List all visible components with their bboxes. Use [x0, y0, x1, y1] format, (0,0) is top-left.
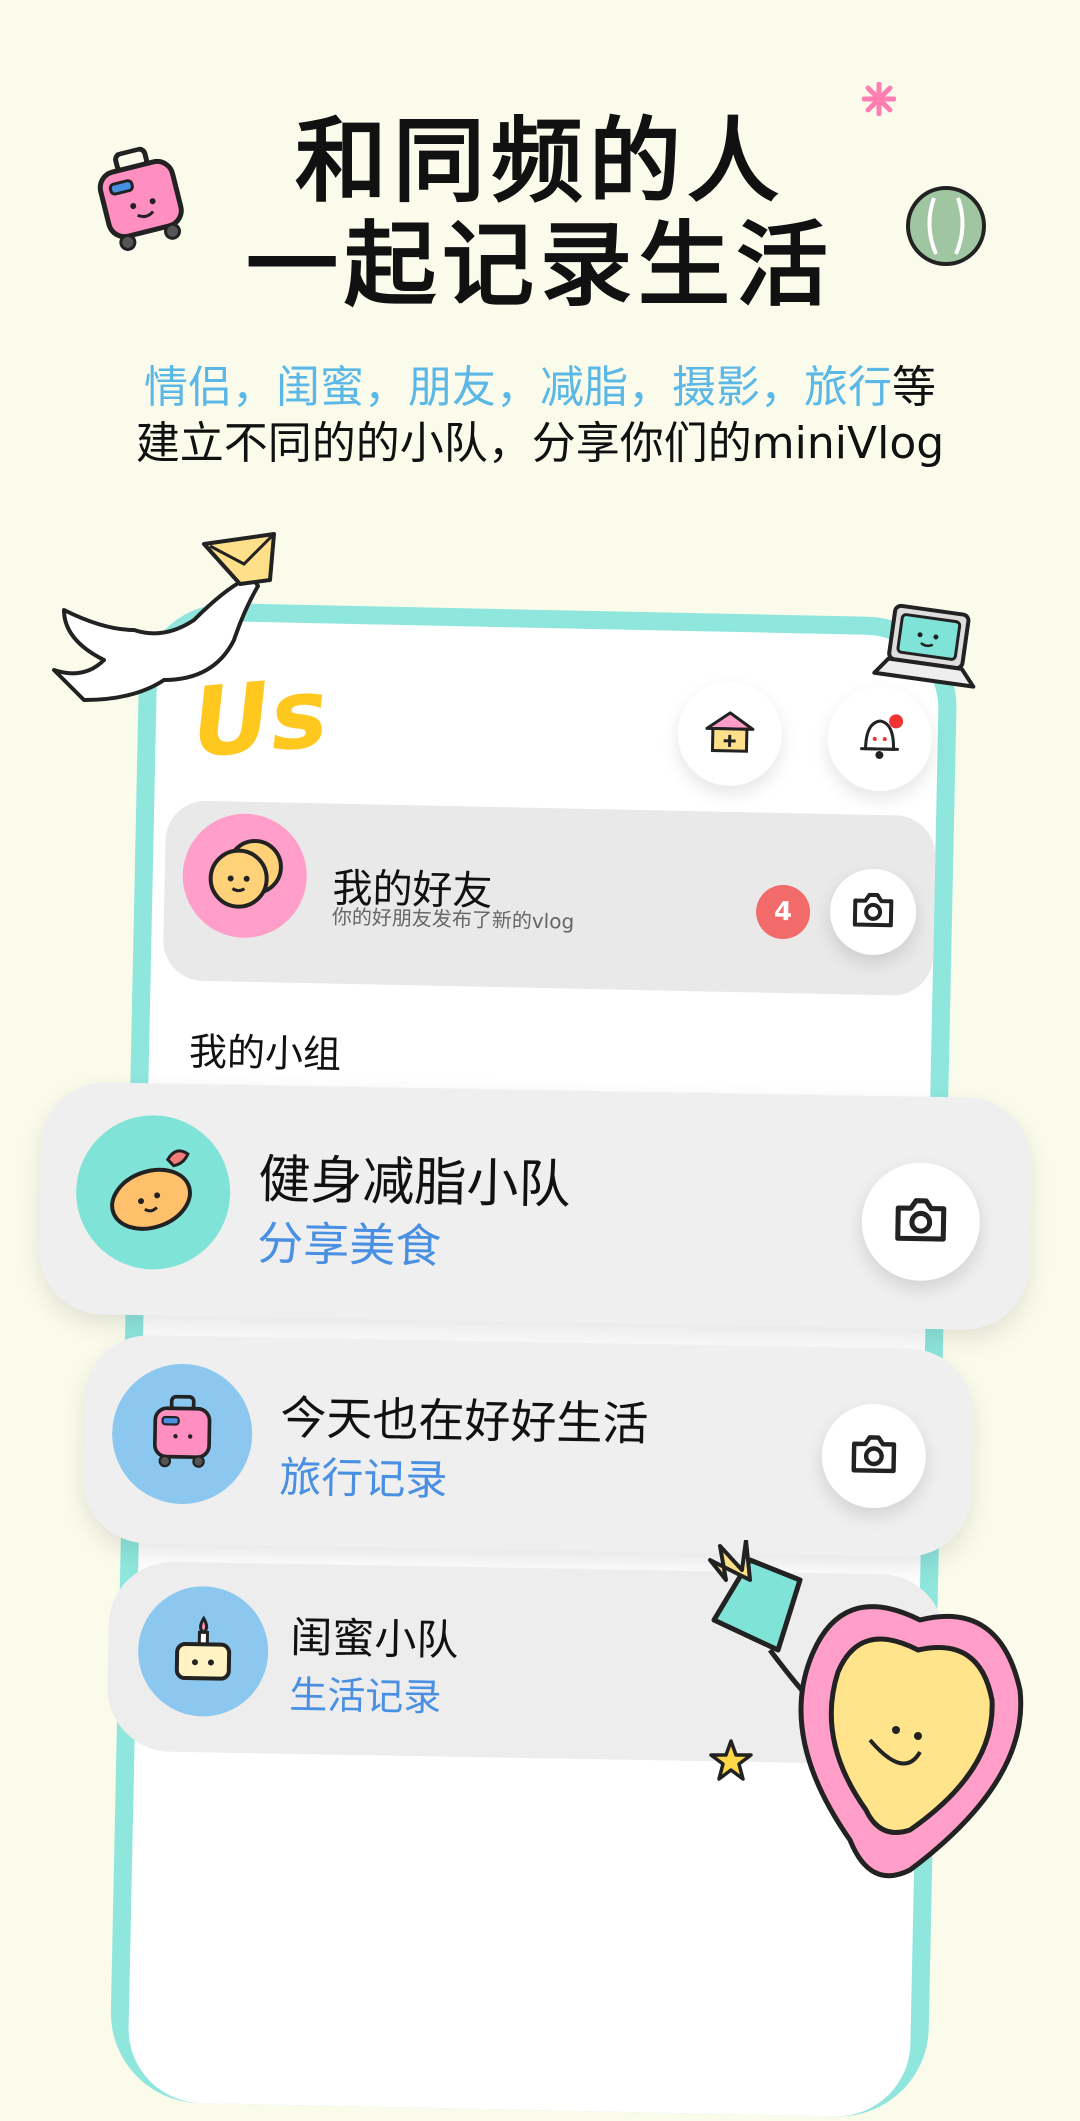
heart-character-icon	[690, 1538, 1070, 1924]
bell-icon	[853, 710, 906, 767]
group-avatar	[110, 1362, 254, 1506]
group-title: 健身减脂小队	[257, 1150, 571, 1216]
friends-camera-button[interactable]	[829, 868, 917, 956]
camera-icon	[851, 890, 896, 933]
friends-subtitle: 你的好朋友发布了新的vlog	[331, 904, 575, 934]
add-group-button[interactable]	[676, 680, 783, 787]
group-subtitle: 生活记录	[289, 1672, 442, 1720]
group-title: 闺蜜小队	[289, 1612, 459, 1665]
my-friends-card[interactable]: 我的好友 你的好朋友发布了新的vlog 4	[162, 800, 937, 997]
add-home-icon	[702, 708, 757, 759]
group-card[interactable]: 健身减脂小队 分享美食	[38, 1081, 1032, 1331]
my-groups-heading: 我的小组	[188, 1029, 342, 1077]
unread-badge: 4	[755, 884, 811, 940]
notifications-button[interactable]	[826, 685, 933, 793]
group-subtitle: 旅行记录	[278, 1452, 448, 1505]
group-camera-button[interactable]	[860, 1161, 981, 1282]
cookie-face-icon	[202, 836, 288, 916]
friends-avatar	[181, 812, 309, 940]
cake-icon	[171, 1614, 236, 1689]
sweet-potato-icon	[102, 1144, 204, 1240]
camera-icon	[848, 1433, 899, 1480]
group-subtitle: 分享美食	[256, 1216, 442, 1274]
camera-icon	[892, 1195, 949, 1248]
dove-with-letter-icon	[44, 530, 284, 714]
group-card[interactable]: 今天也在好好生活 旅行记录	[82, 1334, 974, 1558]
group-title: 今天也在好好生活	[279, 1390, 649, 1452]
suitcase-icon	[148, 1392, 215, 1475]
laptop-icon	[868, 599, 987, 701]
group-avatar	[137, 1585, 270, 1718]
group-camera-button[interactable]	[820, 1403, 927, 1509]
group-avatar	[74, 1114, 232, 1271]
